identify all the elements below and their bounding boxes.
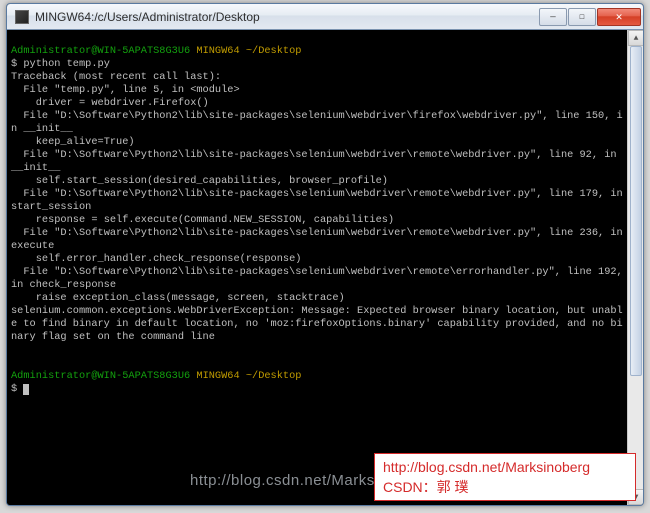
maximize-button[interactable]: ☐ xyxy=(568,8,596,26)
tb-frame-5-code: raise exception_class(message, screen, s… xyxy=(11,292,345,304)
tb-frame-1-file: File "D:\Software\Python2\lib\site-packa… xyxy=(11,110,623,135)
tb-exception: selenium.common.exceptions.WebDriverExce… xyxy=(11,305,623,343)
prompt-char: $ xyxy=(11,58,17,70)
cursor xyxy=(23,384,29,395)
scroll-up-button[interactable]: ▲ xyxy=(628,30,644,46)
tb-frame-2-code: self.start_session(desired_capabilities,… xyxy=(11,175,388,187)
watermark-author: CSDN：郭 璞 xyxy=(383,477,627,497)
app-icon xyxy=(15,10,29,24)
close-button[interactable]: ✕ xyxy=(597,8,641,26)
tb-frame-3-code: response = self.execute(Command.NEW_SESS… xyxy=(11,214,394,226)
tb-frame-4-code: self.error_handler.check_response(respon… xyxy=(11,253,301,265)
command-text: python temp.py xyxy=(23,58,110,70)
scrollbar[interactable]: ▲ ▼ xyxy=(627,30,643,505)
tb-frame-1-code: keep_alive=True) xyxy=(11,136,135,148)
tb-frame-5-file: File "D:\Software\Python2\lib\site-packa… xyxy=(11,266,627,291)
prompt-user-host: Administrator@WIN-5APATS8G3U6 xyxy=(11,45,190,57)
minimize-button[interactable]: — xyxy=(539,8,567,26)
terminal-window: MINGW64:/c/Users/Administrator/Desktop —… xyxy=(6,3,644,506)
prompt2-user-host: Administrator@WIN-5APATS8G3U6 xyxy=(11,370,190,382)
scroll-thumb[interactable] xyxy=(630,46,642,376)
prompt-path: ~/Desktop xyxy=(246,45,302,57)
tb-frame-3-file: File "D:\Software\Python2\lib\site-packa… xyxy=(11,188,627,213)
titlebar[interactable]: MINGW64:/c/Users/Administrator/Desktop —… xyxy=(7,4,643,30)
traceback-header: Traceback (most recent call last): xyxy=(11,71,221,83)
watermark-box: http://blog.csdn.net/Marksinoberg CSDN：郭… xyxy=(374,453,636,501)
prompt2-path: ~/Desktop xyxy=(246,370,302,382)
tb-frame-4-file: File "D:\Software\Python2\lib\site-packa… xyxy=(11,227,627,252)
prompt-env: MINGW64 xyxy=(196,45,239,57)
tb-frame-0-file: File "temp.py", line 5, in <module> xyxy=(11,84,240,96)
window-title: MINGW64:/c/Users/Administrator/Desktop xyxy=(35,10,539,24)
terminal-body[interactable]: Administrator@WIN-5APATS8G3U6 MINGW64 ~/… xyxy=(7,30,627,505)
prompt2-char: $ xyxy=(11,383,17,395)
watermark-url: http://blog.csdn.net/Marksinoberg xyxy=(383,457,627,477)
prompt2-env: MINGW64 xyxy=(196,370,239,382)
tb-frame-0-code: driver = webdriver.Firefox() xyxy=(11,97,209,109)
window-controls: — ☐ ✕ xyxy=(539,8,641,26)
tb-frame-2-file: File "D:\Software\Python2\lib\site-packa… xyxy=(11,149,623,174)
